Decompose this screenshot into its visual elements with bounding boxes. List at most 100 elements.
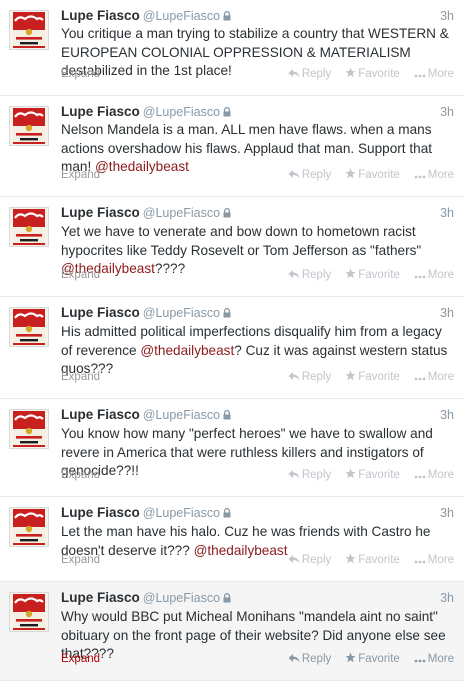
author-handle[interactable]: @LupeFiasco xyxy=(143,206,220,220)
expand-link[interactable]: Expand xyxy=(61,552,100,568)
favorite-button[interactable]: Favorite xyxy=(345,167,400,183)
author-name[interactable]: Lupe Fiasco xyxy=(61,8,140,23)
campbells-soup-can-icon[interactable] xyxy=(9,307,49,347)
tweet[interactable]: Lupe Fiasco @LupeFiasco 3h His admitted pol… xyxy=(0,297,464,399)
more-label: More xyxy=(427,469,454,481)
more-label: More xyxy=(427,371,454,383)
star-icon xyxy=(345,553,358,566)
reply-arrow-icon xyxy=(288,469,302,481)
reply-label: Reply xyxy=(301,554,332,566)
mention-link[interactable]: @thedailybeast xyxy=(140,343,234,358)
more-button[interactable]: More xyxy=(414,467,454,483)
tweet[interactable]: Lupe Fiasco @LupeFiasco 3h Yet we have to v… xyxy=(0,197,464,297)
more-button[interactable]: More xyxy=(414,651,454,667)
more-button[interactable]: More xyxy=(414,552,454,568)
more-label: More xyxy=(427,554,454,566)
tweet[interactable]: Lupe Fiasco @LupeFiasco 3h Nelson Mandela i… xyxy=(0,96,464,197)
author-handle[interactable]: @LupeFiasco xyxy=(143,591,220,605)
tweet-footer: Expand Reply Favorite More xyxy=(61,467,454,483)
favorite-label: Favorite xyxy=(358,169,400,181)
campbells-soup-can-icon[interactable] xyxy=(9,106,49,146)
tweet-footer: Expand Reply Favorite More xyxy=(61,552,454,568)
author-handle[interactable]: @LupeFiasco xyxy=(143,306,220,320)
author-name[interactable]: Lupe Fiasco xyxy=(61,305,140,320)
campbells-soup-can-icon[interactable] xyxy=(9,10,49,50)
author-handle[interactable]: @LupeFiasco xyxy=(143,506,220,520)
reply-arrow-icon xyxy=(288,169,302,181)
lock-icon xyxy=(223,506,231,522)
reply-button[interactable]: Reply xyxy=(288,651,331,667)
tweet-timestamp[interactable]: 3h xyxy=(440,104,454,120)
tweet-actions: Reply Favorite More xyxy=(274,651,454,667)
reply-label: Reply xyxy=(301,653,332,665)
favorite-button[interactable]: Favorite xyxy=(345,66,400,82)
reply-button[interactable]: Reply xyxy=(288,267,331,283)
tweet[interactable]: Lupe Fiasco @LupeFiasco 3h Let the man have… xyxy=(0,497,464,582)
reply-button[interactable]: Reply xyxy=(288,167,331,183)
reply-label: Reply xyxy=(301,469,332,481)
campbells-soup-can-icon[interactable] xyxy=(9,592,49,632)
reply-button[interactable]: Reply xyxy=(288,552,331,568)
author-name[interactable]: Lupe Fiasco xyxy=(61,205,140,220)
star-icon xyxy=(345,268,358,281)
author-name[interactable]: Lupe Fiasco xyxy=(61,590,140,605)
author-handle[interactable]: @LupeFiasco xyxy=(143,105,220,119)
favorite-button[interactable]: Favorite xyxy=(345,651,400,667)
expand-link[interactable]: Expand xyxy=(61,66,100,82)
favorite-label: Favorite xyxy=(358,653,400,665)
expand-link[interactable]: Expand xyxy=(61,467,100,483)
reply-button[interactable]: Reply xyxy=(288,369,331,385)
tweet-header: Lupe Fiasco @LupeFiasco 3h xyxy=(61,305,454,321)
author-name[interactable]: Lupe Fiasco xyxy=(61,104,140,119)
campbells-soup-can-icon[interactable] xyxy=(9,507,49,547)
reply-arrow-icon xyxy=(288,554,302,566)
more-button[interactable]: More xyxy=(414,167,454,183)
campbells-soup-can-icon[interactable] xyxy=(9,207,49,247)
lock-icon xyxy=(223,408,231,424)
more-button[interactable]: More xyxy=(414,369,454,385)
favorite-button[interactable]: Favorite xyxy=(345,267,400,283)
expand-link[interactable]: Expand xyxy=(61,651,100,667)
tweet[interactable]: Lupe Fiasco @LupeFiasco 3h You know how man… xyxy=(0,399,464,497)
favorite-button[interactable]: Favorite xyxy=(345,552,400,568)
tweet-timeline: Lupe Fiasco @LupeFiasco 3h You critique a m… xyxy=(0,0,464,681)
campbells-soup-can-icon[interactable] xyxy=(9,409,49,449)
star-icon xyxy=(345,168,358,181)
tweet-timestamp[interactable]: 3h xyxy=(440,590,454,606)
reply-arrow-icon xyxy=(288,371,302,383)
tweet-timestamp[interactable]: 3h xyxy=(440,305,454,321)
tweet-header: Lupe Fiasco @LupeFiasco 3h xyxy=(61,407,454,423)
tweet-footer: Expand Reply Favorite More xyxy=(61,66,454,82)
tweet-actions: Reply Favorite More xyxy=(274,267,454,283)
tweet[interactable]: Lupe Fiasco @LupeFiasco 3h You critique a m… xyxy=(0,0,464,96)
author-name[interactable]: Lupe Fiasco xyxy=(61,407,140,422)
tweet-timestamp[interactable]: 3h xyxy=(440,205,454,221)
tweet[interactable]: Lupe Fiasco @LupeFiasco 3h Why would BBC pu… xyxy=(0,582,464,681)
favorite-label: Favorite xyxy=(358,68,400,80)
expand-link[interactable]: Expand xyxy=(61,267,100,283)
reply-arrow-icon xyxy=(288,68,302,80)
tweet-timestamp[interactable]: 3h xyxy=(440,8,454,24)
ellipsis-icon xyxy=(414,469,428,481)
more-label: More xyxy=(427,269,454,281)
favorite-label: Favorite xyxy=(358,371,400,383)
author-handle[interactable]: @LupeFiasco xyxy=(143,9,220,23)
reply-button[interactable]: Reply xyxy=(288,467,331,483)
tweet-timestamp[interactable]: 3h xyxy=(440,407,454,423)
favorite-button[interactable]: Favorite xyxy=(345,467,400,483)
more-button[interactable]: More xyxy=(414,267,454,283)
tweet-actions: Reply Favorite More xyxy=(274,66,454,82)
more-button[interactable]: More xyxy=(414,66,454,82)
reply-label: Reply xyxy=(301,169,332,181)
tweet-timestamp[interactable]: 3h xyxy=(440,505,454,521)
ellipsis-icon xyxy=(414,653,428,665)
reply-button[interactable]: Reply xyxy=(288,66,331,82)
tweet-footer: Expand Reply Favorite More xyxy=(61,369,454,385)
favorite-button[interactable]: Favorite xyxy=(345,369,400,385)
star-icon xyxy=(345,370,358,383)
ellipsis-icon xyxy=(414,269,428,281)
author-name[interactable]: Lupe Fiasco xyxy=(61,505,140,520)
author-handle[interactable]: @LupeFiasco xyxy=(143,408,220,422)
expand-link[interactable]: Expand xyxy=(61,369,100,385)
expand-link[interactable]: Expand xyxy=(61,167,100,183)
